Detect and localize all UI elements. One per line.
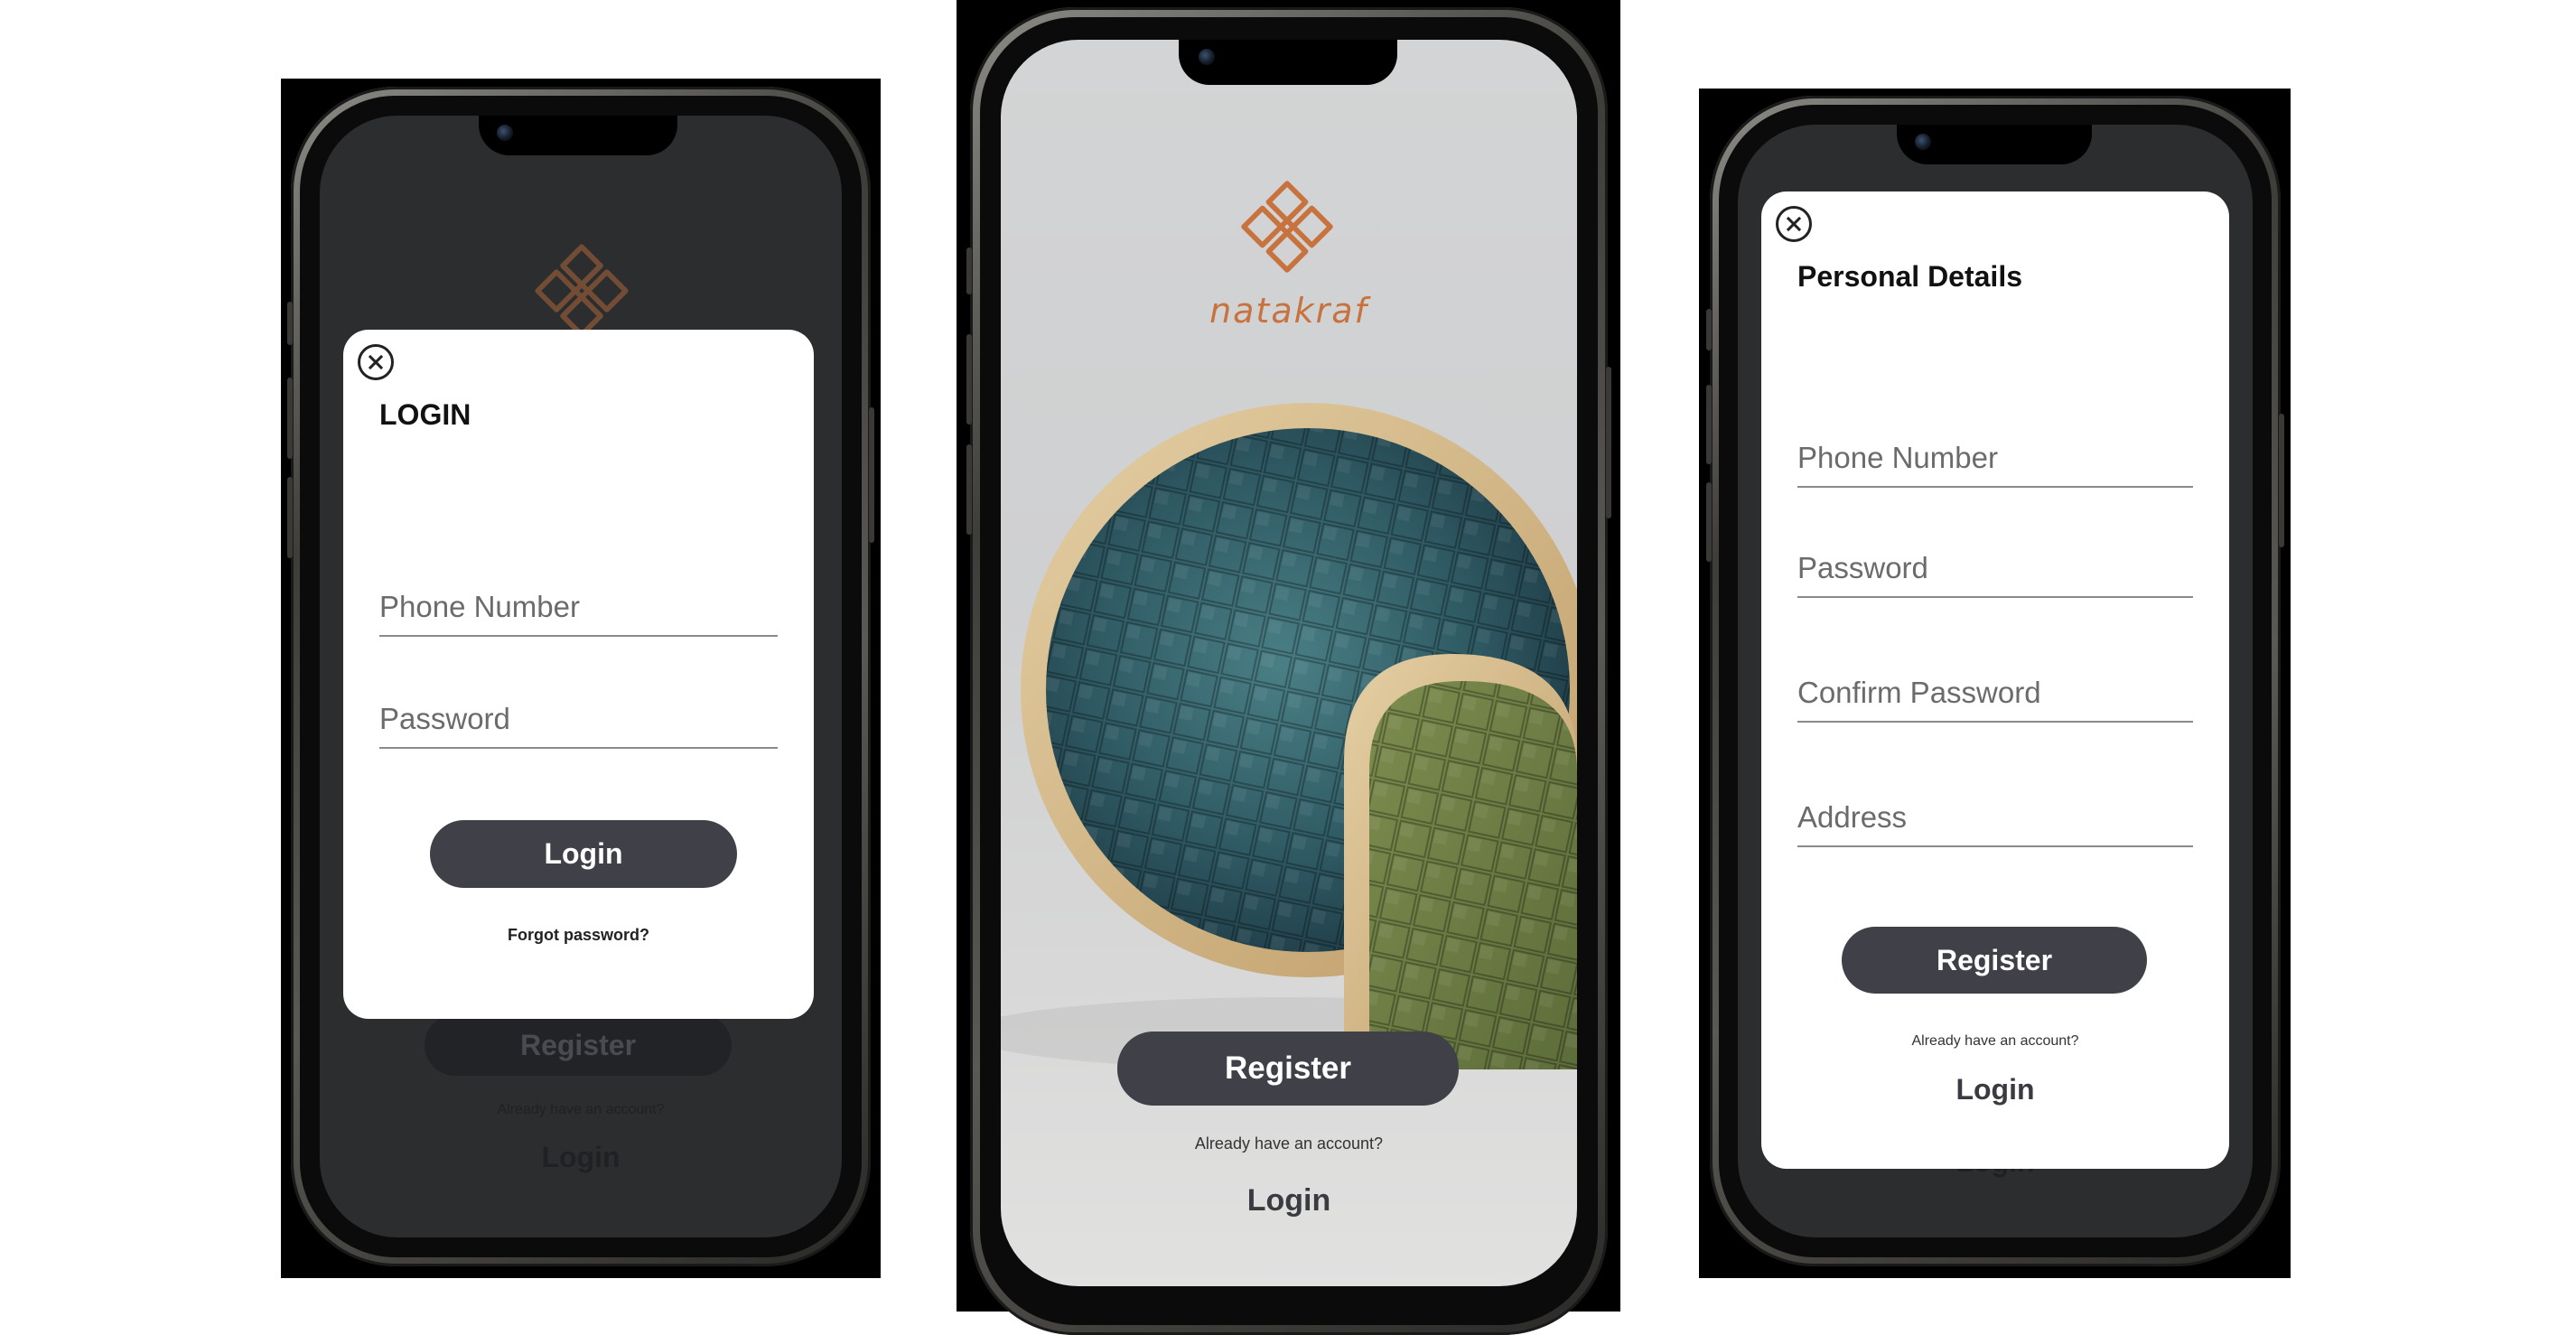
phone-3-silent-switch: [1706, 309, 1712, 350]
login-modal: LOGIN Phone Number Password Login Forgot…: [343, 330, 814, 1019]
phone-number-placeholder: Phone Number: [379, 590, 580, 623]
phone-2-camera: [1199, 49, 1215, 65]
login-button[interactable]: Login: [430, 820, 737, 888]
logo-icon: [1241, 181, 1333, 273]
phone-2-power-button: [1606, 367, 1611, 518]
phone-2-volume-down: [966, 444, 972, 535]
product-photo: [1001, 403, 1577, 1069]
password-placeholder: Password: [1797, 551, 1928, 584]
register-button[interactable]: Register: [1117, 1032, 1459, 1106]
phone-1-volume-down: [287, 477, 293, 558]
close-icon[interactable]: [358, 344, 394, 380]
phone-number-placeholder: Phone Number: [1797, 441, 1998, 474]
register-button[interactable]: Register: [1842, 927, 2147, 994]
confirm-password-input[interactable]: Confirm Password: [1797, 658, 2193, 723]
register-modal: Personal Details Phone Number Password C…: [1761, 191, 2229, 1169]
phone-3-notch: [1897, 125, 2092, 164]
phone-1-volume-up: [287, 378, 293, 459]
account-prompt: Already have an account?: [1194, 1134, 1384, 1153]
register-button-label: Register: [1936, 943, 2053, 976]
logo-icon: [535, 244, 629, 338]
login-title: LOGIN: [379, 398, 471, 431]
login-button-label: Login: [544, 837, 623, 870]
phone-3-volume-down: [1706, 482, 1712, 562]
account-prompt: Already have an account?: [1911, 1033, 2079, 1049]
phone-1-notch: [479, 116, 677, 155]
register-button-label: Register: [1224, 1050, 1352, 1086]
register-title: Personal Details: [1797, 260, 2022, 293]
phone-1-camera: [497, 125, 513, 141]
phone-1-silent-switch: [287, 302, 293, 345]
forgot-password-link[interactable]: Forgot password?: [343, 926, 814, 945]
phone-2-volume-up: [966, 334, 972, 425]
phone-2-screen: natakraf Register Already have an accoun…: [1001, 40, 1577, 1286]
address-placeholder: Address: [1797, 800, 1908, 834]
background-account-prompt: Already have an account?: [497, 1102, 665, 1117]
phone-1-power-button: [869, 407, 874, 543]
background-register-label: Register: [519, 1028, 637, 1061]
phone-3-volume-up: [1706, 385, 1712, 464]
background-login-link: Login: [541, 1141, 621, 1173]
phone-number-input[interactable]: Phone Number: [1797, 423, 2193, 488]
address-input[interactable]: Address: [1797, 782, 2193, 847]
close-icon[interactable]: [1776, 206, 1812, 242]
phone-number-input[interactable]: Phone Number: [379, 572, 778, 637]
confirm-password-placeholder: Confirm Password: [1797, 676, 2041, 709]
phone-3-camera: [1915, 134, 1931, 150]
password-input[interactable]: Password: [1797, 533, 2193, 598]
phone-2-silent-switch: [966, 247, 972, 294]
brand-name: natakraf: [1209, 291, 1368, 331]
password-placeholder: Password: [379, 702, 510, 735]
login-link[interactable]: Login: [1761, 1073, 2229, 1106]
login-link[interactable]: Login: [1001, 1183, 1577, 1218]
phone-3-power-button: [2279, 414, 2284, 547]
background-register-button: Register: [425, 1014, 732, 1076]
phone-2-notch: [1179, 40, 1397, 85]
password-input[interactable]: Password: [379, 684, 778, 749]
